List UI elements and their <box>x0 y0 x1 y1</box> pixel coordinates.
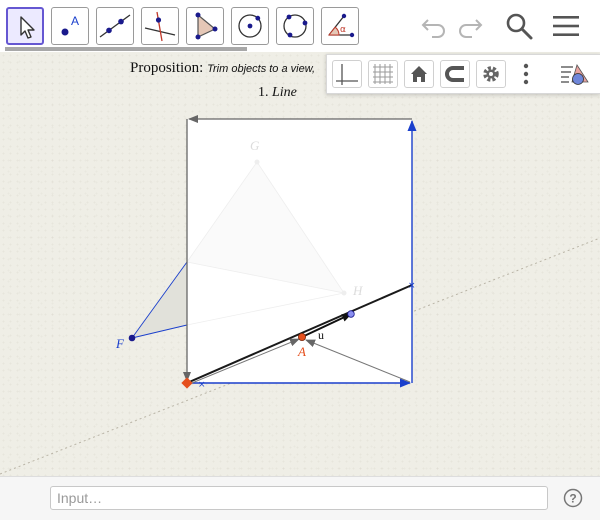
input-bar: ? <box>0 476 600 520</box>
line-tool-button[interactable] <box>96 7 134 45</box>
toggle-style-bar-button[interactable] <box>559 62 593 88</box>
proposition-label: Proposition: <box>130 60 204 76</box>
circle-center-point-tool-button[interactable] <box>231 7 269 45</box>
standard-view-button[interactable] <box>404 60 434 88</box>
svg-text:?: ? <box>569 492 576 506</box>
redo-button[interactable] <box>454 10 486 42</box>
more-icon <box>523 63 529 85</box>
label-a: A <box>297 344 306 359</box>
point-u-end[interactable] <box>347 310 355 318</box>
circle-center-icon <box>238 14 262 38</box>
input-help-button[interactable]: ? <box>563 488 583 508</box>
subtitle-word: Line <box>272 85 297 100</box>
cursor-arrow-icon <box>20 16 35 39</box>
style-bar <box>326 54 600 94</box>
toolbar: A α <box>0 0 600 52</box>
point-capturing-icon <box>445 66 464 82</box>
graphics-view-icon <box>561 64 589 85</box>
grid-toggle-icon <box>373 64 393 84</box>
show-axes-button[interactable] <box>332 60 362 88</box>
label-f: F <box>115 336 125 351</box>
point-a[interactable] <box>297 332 306 341</box>
point-capturing-button[interactable] <box>440 60 470 88</box>
subtitle: 1. Line <box>258 85 297 101</box>
point-tool-button[interactable]: A <box>51 7 89 45</box>
proposition-caption: Proposition: Trim objects to a view, <box>130 60 315 77</box>
construction-drawing: G H × × F A u <box>0 115 600 475</box>
point-f[interactable] <box>128 334 136 342</box>
axes-toggle-icon <box>336 64 358 85</box>
polygon-icon <box>195 12 218 40</box>
move-tool-button[interactable] <box>6 7 44 45</box>
perpendicular-line-icon <box>144 11 176 42</box>
point-icon: A <box>61 14 79 36</box>
circle-three-points-icon <box>283 14 308 38</box>
subtitle-number: 1. <box>258 85 269 100</box>
polygon-tool-button[interactable] <box>186 7 224 45</box>
angle-tool-button[interactable]: α <box>321 7 359 45</box>
menu-icon <box>553 16 579 36</box>
ghost-label-g: G <box>250 138 260 153</box>
settings-icon <box>483 66 499 82</box>
undo-icon <box>421 19 445 38</box>
search-button[interactable] <box>503 10 535 42</box>
corner-tick-mark: × <box>198 380 206 390</box>
home-icon <box>411 66 427 82</box>
more-options-button[interactable] <box>519 60 533 88</box>
angle-tool-label: α <box>340 25 346 35</box>
graphics-view[interactable]: G H × × F A u <box>0 52 600 476</box>
redo-icon <box>459 19 483 38</box>
proposition-text: Trim objects to a view, <box>207 63 316 75</box>
toolbar-scroll-indicator <box>5 47 247 51</box>
line-through-points-icon <box>99 14 131 38</box>
perpendicular-line-tool-button[interactable] <box>141 7 179 45</box>
point-tool-label: A <box>71 14 79 28</box>
right-tick-mark: × <box>408 281 416 291</box>
circle-three-points-tool-button[interactable] <box>276 7 314 45</box>
main-menu-button[interactable] <box>550 10 582 42</box>
ghost-label-h: H <box>352 283 363 298</box>
search-icon <box>506 13 533 40</box>
undo-button[interactable] <box>418 10 450 42</box>
angle-icon: α <box>327 13 355 38</box>
graphics-settings-button[interactable] <box>476 60 506 88</box>
show-grid-button[interactable] <box>368 60 398 88</box>
label-u: u <box>318 328 324 342</box>
help-icon: ? <box>563 488 583 508</box>
algebra-input-field[interactable] <box>50 486 548 510</box>
